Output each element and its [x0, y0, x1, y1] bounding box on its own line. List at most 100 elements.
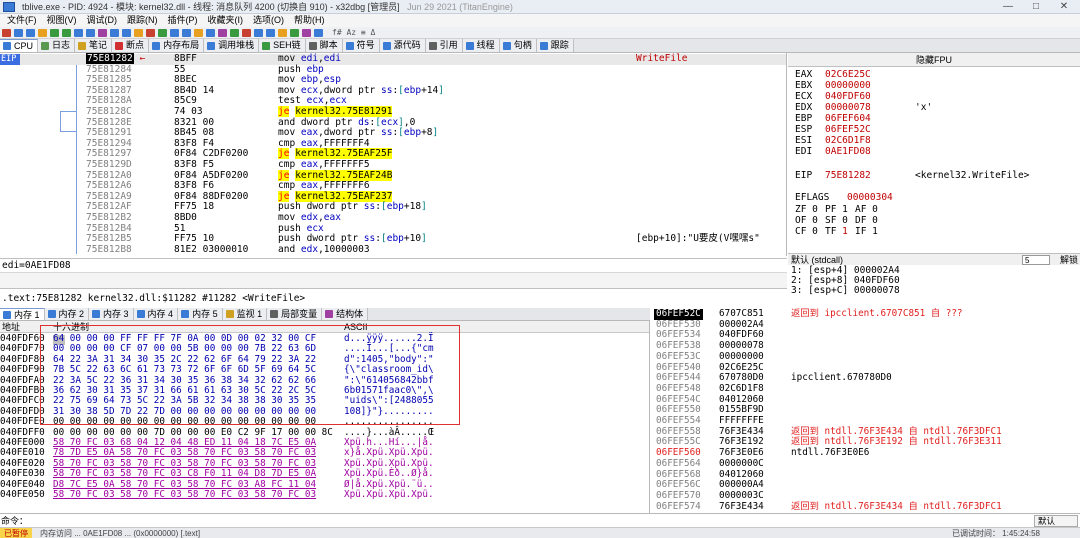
tab-1[interactable]: 日志 — [38, 39, 76, 52]
toolbar-icon[interactable] — [254, 28, 263, 37]
register-value[interactable]: 02C6E25C — [825, 69, 871, 80]
tab-2[interactable]: 笔记 — [75, 39, 113, 52]
register-value[interactable]: 00000078 — [825, 102, 871, 113]
tab-12[interactable]: 句柄 — [499, 39, 537, 52]
flag-value[interactable]: 1 — [842, 226, 848, 237]
toolbar-icon[interactable] — [134, 28, 143, 37]
stack-row[interactable]: 06FEF534 040FDF60 — [651, 330, 1080, 341]
toolbar-icon[interactable] — [194, 28, 203, 37]
toolbar-icon[interactable] — [98, 28, 107, 37]
toolbar-extra[interactable]: f# Az ≡ Δ — [332, 28, 375, 37]
toolbar-icon[interactable] — [158, 28, 167, 37]
toolbar-icon[interactable] — [182, 28, 191, 37]
menu-item[interactable]: 选项(O) — [248, 14, 289, 27]
toolbar-icon[interactable] — [110, 28, 119, 37]
tab-0[interactable]: CPU — [0, 39, 39, 52]
dump-tab-3[interactable]: 内存 4 — [133, 308, 179, 320]
flag-pf[interactable]: PF 1 — [825, 204, 848, 215]
command-default-select[interactable]: 默认 — [1034, 515, 1078, 527]
register-value[interactable]: 75E81282 — [825, 170, 871, 181]
stack-row[interactable]: 06FEF54C 04012060 — [651, 394, 1080, 406]
toolbar-icon[interactable] — [86, 28, 95, 37]
flag-value[interactable]: 1 — [872, 226, 878, 237]
tab-13[interactable]: 跟踪 — [536, 39, 574, 52]
toolbar-icon[interactable] — [62, 28, 71, 37]
toolbar-icon[interactable] — [302, 28, 311, 37]
register-ecx[interactable]: ECX 040FDF60 — [795, 91, 871, 102]
menu-item[interactable]: 插件(P) — [163, 14, 203, 27]
flag-if[interactable]: IF 1 — [855, 226, 878, 237]
tab-11[interactable]: 线程 — [462, 39, 500, 52]
register-value[interactable]: 0AE1FD08 — [825, 146, 871, 157]
flag-of[interactable]: OF 0 — [795, 215, 818, 226]
tab-6[interactable]: SEH链 — [259, 39, 306, 52]
tab-8[interactable]: 符号 — [342, 39, 380, 52]
disasm-row[interactable]: 75E8129D 83F8 F5 cmp eax,FFFFFFF5 — [0, 159, 786, 171]
argument-row[interactable]: 3: [esp+C] 00000078 — [791, 286, 900, 296]
registers-panel[interactable]: 隐藏FPU EAX 02C6E25C EBX 00000000 ECX 040FDF60 E… — [788, 53, 1080, 253]
toolbar-icon[interactable] — [50, 28, 59, 37]
disasm-row[interactable]: 75E812B2 8BD0 mov edx,eax — [0, 212, 786, 224]
menu-item[interactable]: 跟踪(N) — [122, 14, 163, 27]
disasm-row[interactable]: 75E812B8 81E2 03000010 and edx,10000003 — [0, 244, 786, 256]
register-value[interactable]: 06FEF604 — [825, 113, 871, 124]
disasm-row[interactable]: EIP 75E81282 ← 8BFF mov edi,edi WriteFile — [0, 53, 786, 65]
flag-cf[interactable]: CF 0 — [795, 226, 818, 237]
stack-row[interactable]: 06FEF544 670780D0 ipcclient.670780D0 — [651, 372, 1080, 384]
stack-row[interactable]: 06FEF548 02C6D1F8 — [651, 383, 1080, 395]
arguments-view[interactable]: 1: [esp+4] 000002A4 2: [esp+8] 040FDF60 3:… — [788, 265, 1080, 307]
flag-value[interactable]: 0 — [812, 204, 818, 215]
toolbar-icon[interactable] — [230, 28, 239, 37]
dump-tab-2[interactable]: 内存 3 — [89, 308, 134, 320]
stack-row[interactable]: 06FEF538 00000078 — [651, 340, 1080, 352]
flag-value[interactable]: 0 — [812, 226, 818, 237]
flag-value[interactable]: 1 — [842, 204, 848, 215]
toolbar-icon[interactable] — [266, 28, 275, 37]
menu-item[interactable]: 收藏夹(I) — [203, 14, 249, 27]
register-esp[interactable]: ESP 06FEF52C — [795, 124, 871, 135]
flag-sf[interactable]: SF 0 — [825, 215, 848, 226]
stack-row[interactable]: 06FEF52C 6707C851 返回到 ipcclient.6707C851 自… — [651, 308, 1080, 320]
toolbar-icon[interactable] — [26, 28, 35, 37]
register-eip[interactable]: EIP 75E81282 <kernel32.WriteFile> — [795, 170, 1029, 181]
dump-tab-7[interactable]: 结构体 — [322, 308, 369, 320]
toolbar-icon[interactable] — [14, 28, 23, 37]
register-value[interactable]: 00000304 — [847, 192, 893, 203]
register-eax[interactable]: EAX 02C6E25C — [795, 69, 871, 80]
dump-tab-6[interactable]: 局部变量 — [267, 308, 323, 320]
tab-5[interactable]: 调用堆栈 — [204, 39, 260, 52]
stack-row[interactable]: 06FEF560 76F3E0E6 ntdll.76F3E0E6 — [651, 447, 1080, 459]
maximize-button[interactable]: □ — [1022, 0, 1050, 14]
register-value[interactable]: 02C6D1F8 — [825, 135, 871, 146]
flag-tf[interactable]: TF 1 — [825, 226, 848, 237]
stack-row[interactable]: 06FEF570 0000003C — [651, 490, 1080, 502]
dump-tab-4[interactable]: 内存 5 — [178, 308, 223, 320]
toolbar-icon[interactable] — [242, 28, 251, 37]
minimize-button[interactable]: — — [994, 0, 1022, 14]
register-ebx[interactable]: EBX 00000000 — [795, 80, 871, 91]
menu-item[interactable]: 调试(D) — [82, 14, 123, 27]
stack-row[interactable]: 06FEF568 04012060 — [651, 469, 1080, 481]
tab-9[interactable]: 源代码 — [379, 39, 426, 52]
stack-view[interactable]: 06FEF52C 6707C851 返回到 ipcclient.6707C851 自… — [651, 308, 1080, 513]
toolbar-icon[interactable] — [314, 28, 323, 37]
memory-dump-view[interactable]: 地址 十六进制 ASCII 040FDF60 64 00 00 00 FF FF … — [0, 321, 650, 513]
toolbar-icon[interactable] — [278, 28, 287, 37]
stack-row[interactable]: 06FEF530 000002A4 — [651, 319, 1080, 331]
toolbar-icon[interactable] — [122, 28, 131, 37]
register-value[interactable]: 040FDF60 — [825, 91, 871, 102]
flag-zf[interactable]: ZF 0 — [795, 204, 818, 215]
tab-3[interactable]: 断点 — [112, 39, 150, 52]
stack-row[interactable]: 06FEF564 0000000C — [651, 458, 1080, 470]
register-value[interactable]: 06FEF52C — [825, 124, 871, 135]
toolbar-icon[interactable] — [38, 28, 47, 37]
dump-tab-0[interactable]: 内存 1 — [0, 308, 45, 320]
flag-value[interactable]: 0 — [872, 215, 878, 226]
flag-value[interactable]: 0 — [842, 215, 848, 226]
toolbar-icon[interactable] — [74, 28, 83, 37]
toolbar-icon[interactable] — [290, 28, 299, 37]
call-convention-select[interactable]: 默认 (stdcall) — [791, 255, 843, 265]
register-eflags[interactable]: EFLAGS 00000304 — [795, 192, 893, 203]
dump-tab-1[interactable]: 内存 2 — [44, 308, 90, 320]
stack-row[interactable]: 06FEF53C 00000000 — [651, 351, 1080, 363]
